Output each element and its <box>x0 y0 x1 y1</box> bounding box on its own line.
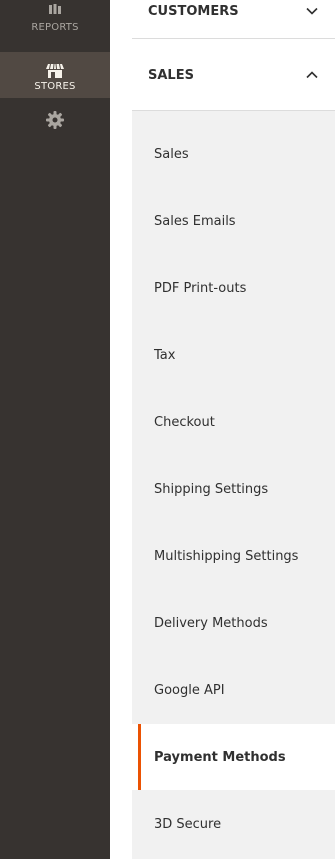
section-sales-title: SALES <box>148 68 194 83</box>
submenu-item-sales-emails[interactable]: Sales Emails <box>132 188 335 254</box>
submenu-item-label: Google API <box>154 682 225 698</box>
nav-reports-label: REPORTS <box>31 22 79 33</box>
submenu-item-label: Delivery Methods <box>154 615 268 631</box>
submenu-item-sales[interactable]: Sales <box>132 121 335 187</box>
submenu-item-label: Multishipping Settings <box>154 548 299 564</box>
sales-submenu: Sales Sales Emails PDF Print-outs Tax Ch… <box>132 111 335 859</box>
submenu-item-3d-secure[interactable]: 3D Secure <box>132 791 335 857</box>
section-customers-title: CUSTOMERS <box>148 4 239 19</box>
submenu-item-google-api[interactable]: Google API <box>132 657 335 723</box>
store-icon <box>45 63 65 82</box>
chevron-up-icon <box>306 68 318 83</box>
nav-stores[interactable]: STORES <box>0 52 110 98</box>
reports-icon <box>48 4 62 17</box>
submenu-item-shipping-settings[interactable]: Shipping Settings <box>132 456 335 522</box>
nav-reports[interactable]: REPORTS <box>0 0 110 46</box>
submenu-item-label: Shipping Settings <box>154 481 269 497</box>
submenu-item-payment-methods[interactable]: Payment Methods <box>132 724 335 790</box>
submenu-item-label: Tax <box>154 347 176 363</box>
nav-stores-label: STORES <box>34 81 76 92</box>
submenu-item-multishipping-settings[interactable]: Multishipping Settings <box>132 523 335 589</box>
submenu-item-label: Sales Emails <box>154 213 236 229</box>
section-sales-header[interactable]: SALES <box>132 40 335 111</box>
submenu-item-label: PDF Print-outs <box>154 280 247 296</box>
submenu-item-label: Sales <box>154 146 189 162</box>
submenu-item-label: Checkout <box>154 414 215 430</box>
admin-sidebar: REPORTS STORES <box>0 0 110 859</box>
submenu-item-pdf-print-outs[interactable]: PDF Print-outs <box>132 255 335 321</box>
nav-system[interactable] <box>0 108 110 138</box>
submenu-item-label: Payment Methods <box>154 749 286 765</box>
submenu-item-label: 3D Secure <box>154 816 222 832</box>
submenu-item-tax[interactable]: Tax <box>132 322 335 388</box>
gear-icon <box>45 110 65 133</box>
chevron-down-icon <box>306 4 318 19</box>
section-customers-header[interactable]: CUSTOMERS <box>132 0 335 39</box>
submenu-item-checkout[interactable]: Checkout <box>132 389 335 455</box>
submenu-item-delivery-methods[interactable]: Delivery Methods <box>132 590 335 656</box>
settings-panel: CUSTOMERS SALES Sales Sales Emails PDF P… <box>132 0 335 859</box>
